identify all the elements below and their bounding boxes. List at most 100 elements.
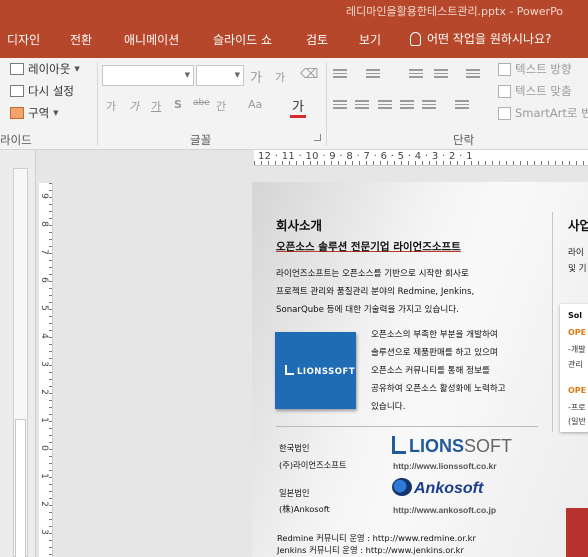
layout-icon: [10, 63, 24, 75]
ruler-number: 6: [39, 277, 49, 283]
card-text: -개발: [568, 345, 586, 354]
ruler-number: 0: [39, 445, 49, 451]
ruler-number: 5: [39, 305, 49, 311]
lionssoft-brand: LIONSSOFT: [392, 436, 512, 457]
ruler-number: 1: [39, 417, 49, 423]
tell-me-text: 어떤 작업을 원하시나요?: [427, 32, 552, 46]
slide-subheading[interactable]: 오픈소스 솔루션 전문기업 라이언즈소프트: [276, 239, 461, 254]
window-title: 레디마인을활용한테스트관리.pptx - PowerPo: [346, 5, 564, 18]
logo-text: LIONSSOFT: [297, 367, 356, 377]
clear-formatting-icon[interactable]: ⌫: [300, 67, 318, 82]
horizontal-ruler: 12 · 11 · 10 · 9 · 8 · 7 · 6 · 5 · 4 · 3…: [254, 150, 588, 166]
brand-suffix: SOFT: [464, 436, 513, 456]
column-divider: [552, 212, 553, 432]
columns-icon[interactable]: [455, 100, 469, 112]
reset-button[interactable]: 다시 설정: [10, 83, 74, 99]
redmine-community: Redmine 커뮤니티 운영 : http://www.redmine.or.…: [277, 533, 476, 543]
align-left-icon[interactable]: [333, 100, 347, 112]
scrollbar-thumb[interactable]: [15, 419, 26, 557]
brand-main: Ankosoft: [414, 480, 484, 497]
brand-main: LIONS: [409, 436, 465, 456]
font-dialog-launcher-icon[interactable]: [314, 134, 321, 141]
change-case-button[interactable]: Aa: [248, 98, 262, 111]
ruler-numbers: 12 · 11 · 10 · 9 · 8 · 7 · 6 · 5 · 4 · 3…: [258, 151, 473, 162]
ankosoft-ant-icon: [392, 478, 412, 496]
font-group-label: 글꼴: [190, 133, 212, 147]
section-button[interactable]: 구역 ▼: [10, 105, 59, 121]
title-bar: 레디마인을활용한테스트관리.pptx - PowerPo: [0, 0, 588, 22]
bold-button[interactable]: 가: [106, 98, 116, 114]
justify-icon[interactable]: [400, 100, 414, 112]
font-name-combo[interactable]: ▼: [102, 65, 194, 86]
tab-design[interactable]: 디자인: [7, 31, 40, 48]
tell-me-box[interactable]: 어떤 작업을 원하시나요?: [410, 30, 551, 47]
line-spacing-icon[interactable]: [466, 69, 480, 81]
ruler-number: 7: [39, 249, 49, 255]
japan-url: http://www.ankosoft.co.jp: [393, 505, 497, 515]
slides-group-label: 라이드: [0, 133, 32, 147]
tab-view[interactable]: 보기: [359, 31, 381, 48]
vertical-ruler: 9 8 7 6 5 4 3 2 1 0 1 2 3: [39, 183, 53, 557]
jenkins-community: Jenkins 커뮤니티 운영 : http://www.jenkins.or.…: [277, 545, 464, 555]
align-text-icon: [498, 84, 511, 98]
ruler-number: 2: [39, 501, 49, 507]
align-text-button[interactable]: 텍스트 맞춤: [498, 83, 572, 99]
ruler-number: 2: [39, 389, 49, 395]
font-color-button[interactable]: 가: [290, 96, 306, 118]
shadow-button[interactable]: S: [174, 98, 182, 111]
layout-label: 레이아웃: [28, 62, 71, 76]
reset-icon: [10, 85, 24, 97]
bullets-icon[interactable]: [333, 69, 347, 81]
slide-canvas[interactable]: 회사소개 오픈소스 솔루션 전문기업 라이언즈소프트 라이언즈소프트는 오픈소스…: [252, 182, 588, 557]
align-center-icon[interactable]: [355, 100, 369, 112]
card-text: 관리: [568, 360, 583, 369]
font-size-combo[interactable]: ▼: [196, 65, 244, 86]
lionssoft-logo-text: LIONSSOFT: [285, 365, 355, 377]
mission-paragraph[interactable]: 오픈소스의 부족한 부분을 개발하여 솔루션으로 제품판매를 하고 있으며 오픈…: [371, 326, 506, 416]
right-column-text: 및 기: [568, 264, 587, 274]
group-separator: [97, 62, 98, 146]
group-separator: [326, 62, 327, 146]
numbering-icon[interactable]: [366, 69, 380, 81]
card-text: OPE: [568, 386, 587, 395]
intro-paragraph[interactable]: 라이언즈소프트는 오픈소스를 기반으로 시작한 회사로 프로젝트 관리와 품질관…: [276, 265, 474, 319]
ruler-number: 9: [39, 193, 49, 199]
section-icon: [10, 107, 24, 119]
tab-slideshow[interactable]: 슬라이드 쇼: [213, 31, 272, 48]
ruler-number: 4: [39, 333, 49, 339]
grow-font-button[interactable]: 가: [250, 67, 262, 86]
tab-animations[interactable]: 애니메이션: [124, 31, 179, 48]
smartart-button[interactable]: SmartArt로 변: [498, 105, 588, 121]
chevron-down-icon: ▼: [74, 65, 80, 73]
char-spacing-button[interactable]: 간: [216, 98, 226, 114]
section-divider: [276, 426, 538, 427]
decrease-indent-icon[interactable]: [409, 69, 423, 81]
text-direction-icon: [498, 62, 511, 76]
text-direction-label: 텍스트 방향: [515, 62, 572, 76]
ankosoft-brand: Ankosoft: [392, 478, 483, 498]
japan-company-name: (株)Ankosoft: [279, 504, 330, 514]
distributed-icon[interactable]: [422, 100, 436, 112]
align-right-icon[interactable]: [378, 100, 392, 112]
tab-review[interactable]: 검토: [306, 31, 328, 48]
korea-entity-label: 한국법인: [279, 443, 310, 453]
reset-label: 다시 설정: [28, 84, 74, 98]
strikethrough-button[interactable]: abe: [193, 98, 210, 108]
ruler-number: 8: [39, 221, 49, 227]
align-text-label: 텍스트 맞춤: [515, 84, 572, 98]
chevron-down-icon: ▼: [234, 71, 240, 79]
text-direction-button[interactable]: 텍스트 방향: [498, 61, 572, 77]
tab-transitions[interactable]: 전환: [70, 31, 92, 48]
layout-button[interactable]: 레이아웃 ▼: [10, 61, 80, 77]
thumbnail-scrollbar[interactable]: [13, 168, 28, 557]
slide-heading[interactable]: 회사소개: [276, 215, 322, 234]
right-column-title: 사업: [568, 218, 588, 233]
underline-button[interactable]: 가: [151, 98, 161, 114]
lionssoft-mark-icon: [285, 365, 294, 375]
lionssoft-mark-icon: [392, 436, 406, 454]
lionssoft-logo-box[interactable]: LIONSSOFT: [275, 332, 356, 409]
increase-indent-icon[interactable]: [434, 69, 448, 81]
ribbon-tabs: 디자인 전환 애니메이션 슬라이드 쇼 검토 보기 어떤 작업을 원하시나요?: [0, 22, 588, 58]
italic-button[interactable]: 가: [129, 98, 139, 114]
shrink-font-button[interactable]: 가: [275, 69, 285, 85]
